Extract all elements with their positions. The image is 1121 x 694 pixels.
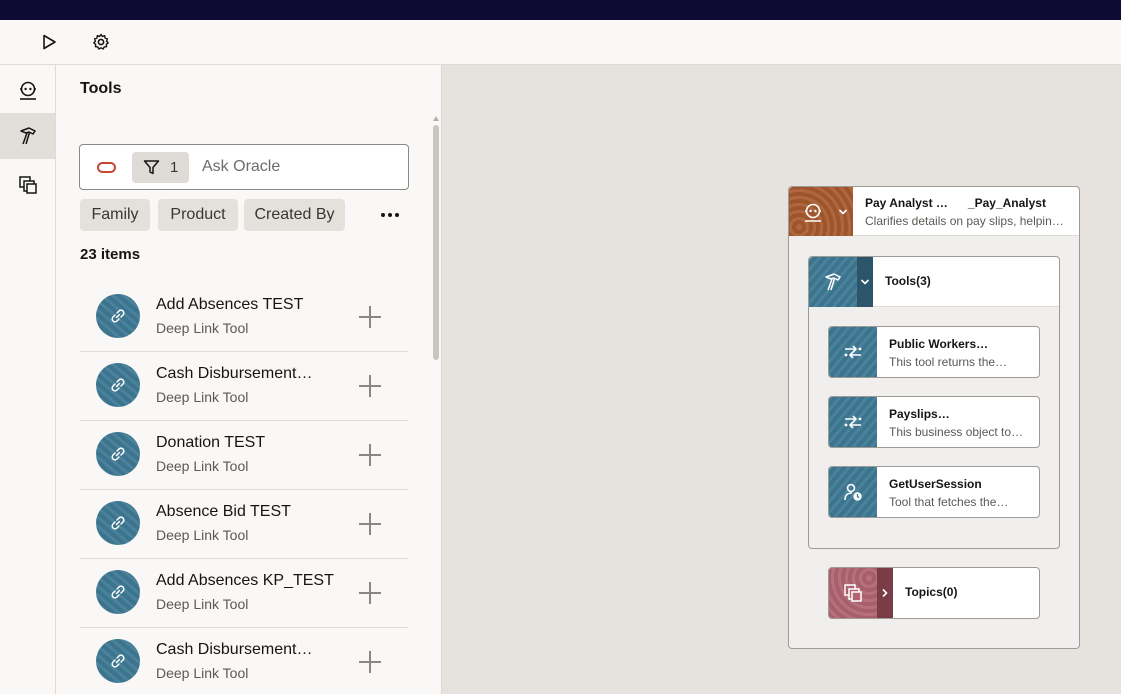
list-item[interactable]: Donation TEST Deep Link Tool	[80, 421, 408, 490]
filter-icon	[143, 160, 160, 175]
tool-description: This tool returns the…	[889, 355, 1008, 369]
item-subtitle: Deep Link Tool	[156, 389, 249, 405]
item-subtitle: Deep Link Tool	[156, 320, 249, 336]
scrollbar-thumb[interactable]	[433, 125, 439, 360]
item-title: Donation TEST	[156, 434, 266, 451]
item-title: Absence Bid TEST	[156, 503, 291, 520]
business-object-icon	[829, 397, 877, 447]
add-icon[interactable]	[358, 443, 382, 467]
tool-name: Public Workers…	[889, 337, 989, 351]
tools-group: Tools(3) Public Workers… This tool retur…	[808, 256, 1060, 549]
item-subtitle: Deep Link Tool	[156, 665, 249, 681]
item-count: 23 items	[80, 246, 141, 263]
topics-icon[interactable]	[0, 162, 55, 208]
add-icon[interactable]	[358, 650, 382, 674]
agent-icon[interactable]	[0, 67, 55, 113]
filter-button[interactable]: 1	[132, 152, 189, 183]
agent-header: Pay Analyst … _Pay_Analyst Clarifies deta…	[789, 187, 1079, 236]
chip-family[interactable]: Family	[80, 199, 150, 231]
chevron-down-icon[interactable]	[838, 207, 848, 217]
tool-card[interactable]: GetUserSession Tool that fetches the…	[828, 466, 1040, 518]
item-subtitle: Deep Link Tool	[156, 527, 249, 543]
play-icon[interactable]	[37, 30, 61, 54]
add-icon[interactable]	[358, 581, 382, 605]
list-item[interactable]: Cash Disbursement… Deep Link Tool	[80, 352, 408, 421]
filter-count: 1	[170, 159, 179, 176]
tools-header: Tools(3)	[809, 257, 1059, 307]
list-item[interactable]: Absence Bid TEST Deep Link Tool	[80, 490, 408, 559]
link-icon	[96, 501, 140, 545]
list-item[interactable]: Cash Disbursement… Deep Link Tool	[80, 628, 408, 694]
tool-list: Add Absences TEST Deep Link Tool Cash Di…	[80, 283, 408, 694]
business-object-icon	[829, 327, 877, 377]
toolbar	[0, 20, 1121, 65]
top-banner	[0, 0, 1121, 20]
tool-name: Payslips…	[889, 407, 950, 421]
agent-avatar	[789, 187, 853, 236]
chevron-right-icon[interactable]	[877, 568, 893, 618]
tool-description: This business object to…	[889, 425, 1024, 439]
item-subtitle: Deep Link Tool	[156, 458, 249, 474]
search-input[interactable]	[202, 151, 402, 183]
scroll-up-arrow[interactable]	[433, 116, 439, 121]
search-box: 1	[79, 144, 409, 190]
agent-icon	[805, 203, 821, 222]
item-subtitle: Deep Link Tool	[156, 596, 249, 612]
oracle-logo-icon	[97, 162, 116, 173]
add-icon[interactable]	[358, 512, 382, 536]
link-icon	[96, 570, 140, 614]
link-icon	[96, 294, 140, 338]
link-icon	[96, 639, 140, 683]
tool-card[interactable]: Public Workers… This tool returns the…	[828, 326, 1040, 378]
tool-card[interactable]: Payslips… This business object to…	[828, 396, 1040, 448]
gear-icon[interactable]	[89, 30, 113, 54]
agent-description: Clarifies details on pay slips, helpin…	[865, 214, 1064, 228]
user-session-icon	[829, 467, 877, 517]
item-title: Cash Disbursement…	[156, 365, 313, 382]
item-title: Add Absences KP_TEST	[156, 572, 334, 589]
item-title: Cash Disbursement…	[156, 641, 313, 658]
tools-label: Tools(3)	[885, 274, 931, 288]
left-rail	[0, 65, 56, 694]
add-icon[interactable]	[358, 374, 382, 398]
topics-icon	[829, 568, 877, 618]
hammer-icon	[809, 257, 857, 307]
agent-node[interactable]: Pay Analyst … _Pay_Analyst Clarifies deta…	[788, 186, 1080, 649]
tools-panel: Tools 1 Family Product Created By 23 ite…	[56, 65, 442, 694]
chip-product[interactable]: Product	[158, 199, 238, 231]
hammer-icon[interactable]	[0, 113, 55, 159]
topics-label: Topics(0)	[905, 585, 958, 599]
panel-title: Tools	[80, 80, 122, 97]
topics-node[interactable]: Topics(0)	[828, 567, 1040, 619]
tool-description: Tool that fetches the…	[889, 495, 1009, 509]
agent-name: Pay Analyst … _Pay_Analyst	[865, 196, 1046, 210]
add-icon[interactable]	[358, 305, 382, 329]
chip-created-by[interactable]: Created By	[244, 199, 345, 231]
list-item[interactable]: Add Absences TEST Deep Link Tool	[80, 283, 408, 352]
list-item[interactable]: Add Absences KP_TEST Deep Link Tool	[80, 559, 408, 628]
item-title: Add Absences TEST	[156, 296, 304, 313]
chevron-down-icon[interactable]	[857, 257, 873, 307]
tool-name: GetUserSession	[889, 477, 982, 491]
more-options-icon[interactable]	[378, 199, 402, 231]
link-icon	[96, 363, 140, 407]
link-icon	[96, 432, 140, 476]
